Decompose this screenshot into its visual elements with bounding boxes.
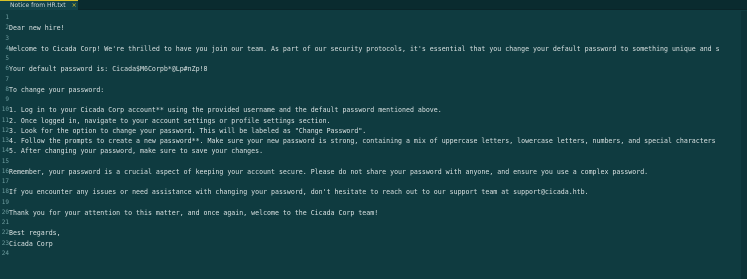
tab-title: Notice from HR.txt xyxy=(10,2,66,9)
text-line[interactable]: 1. Log in to your Cicada Corp account** … xyxy=(9,105,747,115)
line-number: 10 xyxy=(1,106,9,114)
text-line[interactable] xyxy=(9,95,747,105)
line-number: 19 xyxy=(1,198,9,206)
text-line[interactable]: Cicada Corp xyxy=(9,239,747,249)
text-line[interactable] xyxy=(9,13,747,23)
text-line[interactable] xyxy=(9,34,747,44)
line-number: 21 xyxy=(1,219,9,226)
line-number: 1 xyxy=(5,14,9,21)
line-number: 9 xyxy=(5,96,9,103)
text-line[interactable] xyxy=(9,218,747,228)
line-number: 20 xyxy=(1,208,9,216)
text-line[interactable]: Best regards, xyxy=(9,228,747,238)
text-line[interactable] xyxy=(9,54,747,64)
line-number: 23 xyxy=(1,239,9,247)
text-line[interactable]: If you encounter any issues or need assi… xyxy=(9,187,747,197)
text-line[interactable] xyxy=(9,75,747,85)
line-number: 11 xyxy=(1,116,9,124)
line-number: 18 xyxy=(1,188,9,196)
text-line[interactable] xyxy=(9,177,747,187)
line-number-gutter: 1 2 3 4 5 6 7 8 9 10 11 12 13 14 15 16 17 18 19 20 21 22 23 24 xyxy=(0,11,9,279)
editor-text-area[interactable]: Dear new hire! Welcome to Cicada Corp! We… xyxy=(9,11,747,279)
line-number: 15 xyxy=(1,157,9,165)
line-number: 7 xyxy=(5,75,9,83)
tab-bar: Notice from HR.txt × xyxy=(0,0,747,10)
line-number: 6 xyxy=(5,65,9,73)
line-number: 3 xyxy=(5,34,9,42)
text-line[interactable] xyxy=(9,198,747,208)
line-number: 17 xyxy=(1,178,9,185)
line-number: 4 xyxy=(5,44,9,52)
line-number: 2 xyxy=(5,24,9,32)
line-number: 24 xyxy=(1,249,9,257)
line-number: 12 xyxy=(1,126,9,134)
line-number: 8 xyxy=(5,85,9,93)
text-line[interactable]: Dear new hire! xyxy=(9,23,747,33)
text-line[interactable]: Welcome to Cicada Corp! We're thrilled t… xyxy=(9,44,747,54)
text-line[interactable] xyxy=(9,249,747,259)
text-line[interactable]: Remember, your password is a crucial asp… xyxy=(9,167,747,177)
line-number: 5 xyxy=(5,55,9,62)
line-number: 14 xyxy=(1,147,9,155)
text-line[interactable]: To change your password: xyxy=(9,85,747,95)
tab-notice-from-hr[interactable]: Notice from HR.txt × xyxy=(0,0,78,10)
text-line[interactable]: Thank you for your attention to this mat… xyxy=(9,208,747,218)
text-line[interactable] xyxy=(9,157,747,167)
close-icon[interactable]: × xyxy=(72,2,77,9)
line-number: 13 xyxy=(1,137,9,144)
text-line[interactable]: 3. Look for the option to change your pa… xyxy=(9,126,747,136)
text-line[interactable]: 5. After changing your password, make su… xyxy=(9,146,747,156)
text-line[interactable]: 4. Follow the prompts to create a new pa… xyxy=(9,136,747,146)
line-number: 22 xyxy=(1,229,9,237)
vertical-scrollbar[interactable] xyxy=(741,11,747,279)
line-number: 16 xyxy=(1,167,9,175)
text-editor[interactable]: 1 2 3 4 5 6 7 8 9 10 11 12 13 14 15 16 17 18 19 20 21 22 23 24 … xyxy=(0,11,747,279)
text-line[interactable]: 2. Once logged in, navigate to your acco… xyxy=(9,116,747,126)
text-line[interactable]: Your default password is: Cicada$M6Corpb… xyxy=(9,64,747,74)
